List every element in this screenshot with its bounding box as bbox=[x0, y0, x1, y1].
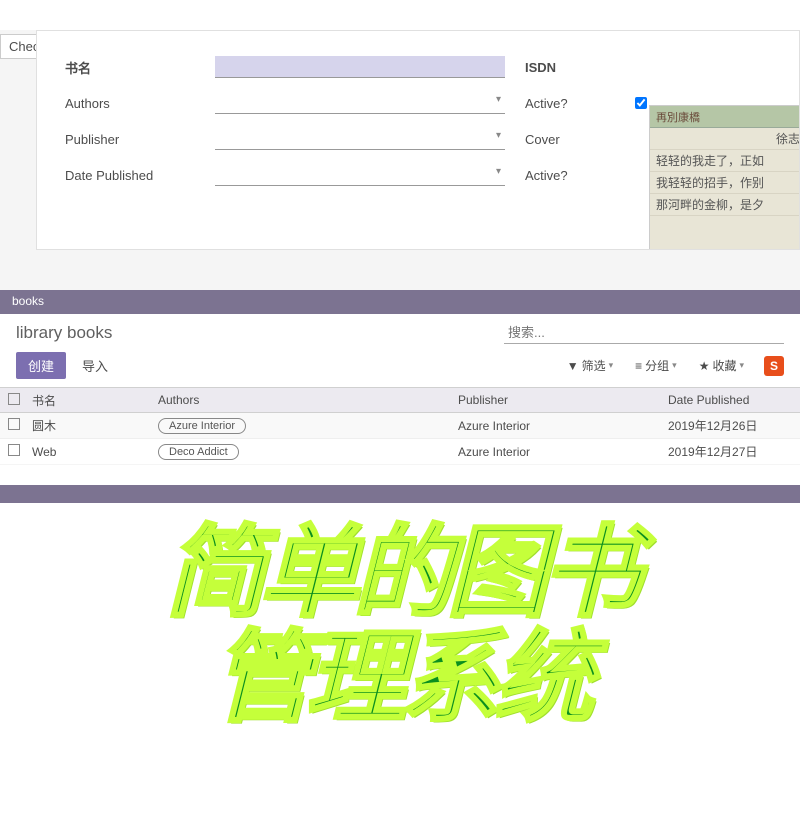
row-checkbox[interactable] bbox=[8, 418, 20, 430]
table-header: 书名 Authors Publisher Date Published bbox=[0, 387, 800, 413]
filter-label: 筛选 bbox=[582, 357, 606, 374]
cover-line: 徐志摩 bbox=[650, 128, 800, 150]
chevron-down-icon: ▾ bbox=[739, 360, 744, 371]
book-name-input[interactable] bbox=[215, 56, 505, 78]
label-active-2: Active? bbox=[525, 168, 568, 183]
publisher-select[interactable] bbox=[215, 128, 505, 150]
import-button[interactable]: 导入 bbox=[72, 352, 118, 379]
table-row[interactable]: 圆木 Azure Interior Azure Interior 2019年12… bbox=[0, 413, 800, 439]
row-checkbox[interactable] bbox=[8, 444, 20, 456]
favorite-dropdown[interactable]: ★ 收藏 ▾ bbox=[691, 355, 752, 376]
column-header-publisher[interactable]: Publisher bbox=[458, 393, 668, 407]
breadcrumb-text: books bbox=[12, 294, 44, 308]
cover-image[interactable]: 再別康橋 徐志摩 轻轻的我走了，正如 我轻轻的招手，作别 那河畔的金柳，是夕 bbox=[649, 105, 800, 250]
filter-dropdown[interactable]: ▼ 筛选 ▾ bbox=[559, 355, 621, 376]
breadcrumb-bar: books bbox=[0, 290, 800, 314]
hero-line-2: 管理系统 bbox=[0, 626, 800, 731]
label-active-1: Active? bbox=[525, 96, 568, 111]
cover-line: 那河畔的金柳，是夕 bbox=[650, 194, 800, 216]
cell-name: 圆木 bbox=[28, 417, 158, 434]
table-row[interactable]: Web Deco Addict Azure Interior 2019年12月2… bbox=[0, 439, 800, 465]
cell-date: 2019年12月26日 bbox=[668, 417, 800, 434]
chevron-down-icon: ▾ bbox=[609, 360, 614, 371]
authors-select[interactable] bbox=[215, 92, 505, 114]
cell-publisher: Azure Interior bbox=[458, 419, 668, 433]
author-tag[interactable]: Deco Addict bbox=[158, 444, 239, 460]
star-icon: ★ bbox=[699, 359, 710, 373]
cell-name: Web bbox=[28, 445, 158, 459]
form-view: Check ISBN 书名 Authors Publisher Date Pub… bbox=[0, 30, 800, 290]
group-label: 分组 bbox=[645, 357, 669, 374]
cover-line: 我轻轻的招手，作别 bbox=[650, 172, 800, 194]
cover-line: 轻轻的我走了，正如 bbox=[650, 150, 800, 172]
list-icon: ≡ bbox=[635, 359, 642, 373]
group-dropdown[interactable]: ≡ 分组 ▾ bbox=[627, 355, 685, 376]
chevron-down-icon: ▾ bbox=[672, 360, 677, 371]
page-title: library books bbox=[16, 323, 112, 343]
divider-strip bbox=[0, 485, 800, 503]
cover-header: 再別康橋 bbox=[650, 106, 800, 128]
label-cover: Cover bbox=[525, 132, 560, 147]
column-header-name[interactable]: 书名 bbox=[28, 392, 158, 409]
search-input[interactable] bbox=[504, 322, 784, 344]
author-tag[interactable]: Azure Interior bbox=[158, 418, 246, 434]
cell-date: 2019年12月27日 bbox=[668, 443, 800, 460]
hero-title: 简单的图书 管理系统 bbox=[0, 521, 800, 731]
label-date-published: Date Published bbox=[65, 168, 153, 183]
form-panel: 书名 Authors Publisher Date Published ISDN… bbox=[36, 30, 800, 250]
list-view: library books 创建 导入 ▼ 筛选 ▾ ≡ 分组 ▾ ★ 收藏 ▾… bbox=[0, 314, 800, 503]
favorite-label: 收藏 bbox=[712, 357, 736, 374]
hero-line-1: 简单的图书 bbox=[0, 521, 800, 626]
label-book-name: 书名 bbox=[65, 58, 91, 77]
label-publisher: Publisher bbox=[65, 132, 119, 147]
column-header-authors[interactable]: Authors bbox=[158, 393, 458, 407]
funnel-icon: ▼ bbox=[567, 359, 579, 373]
label-isdn: ISDN bbox=[525, 60, 556, 75]
cell-publisher: Azure Interior bbox=[458, 445, 668, 459]
select-all-checkbox[interactable] bbox=[8, 393, 20, 405]
date-published-select[interactable] bbox=[215, 164, 505, 186]
label-authors: Authors bbox=[65, 96, 110, 111]
ime-badge-icon: S bbox=[764, 356, 784, 376]
column-header-date[interactable]: Date Published bbox=[668, 393, 800, 407]
active-checkbox[interactable] bbox=[635, 97, 647, 109]
create-button[interactable]: 创建 bbox=[16, 352, 66, 379]
